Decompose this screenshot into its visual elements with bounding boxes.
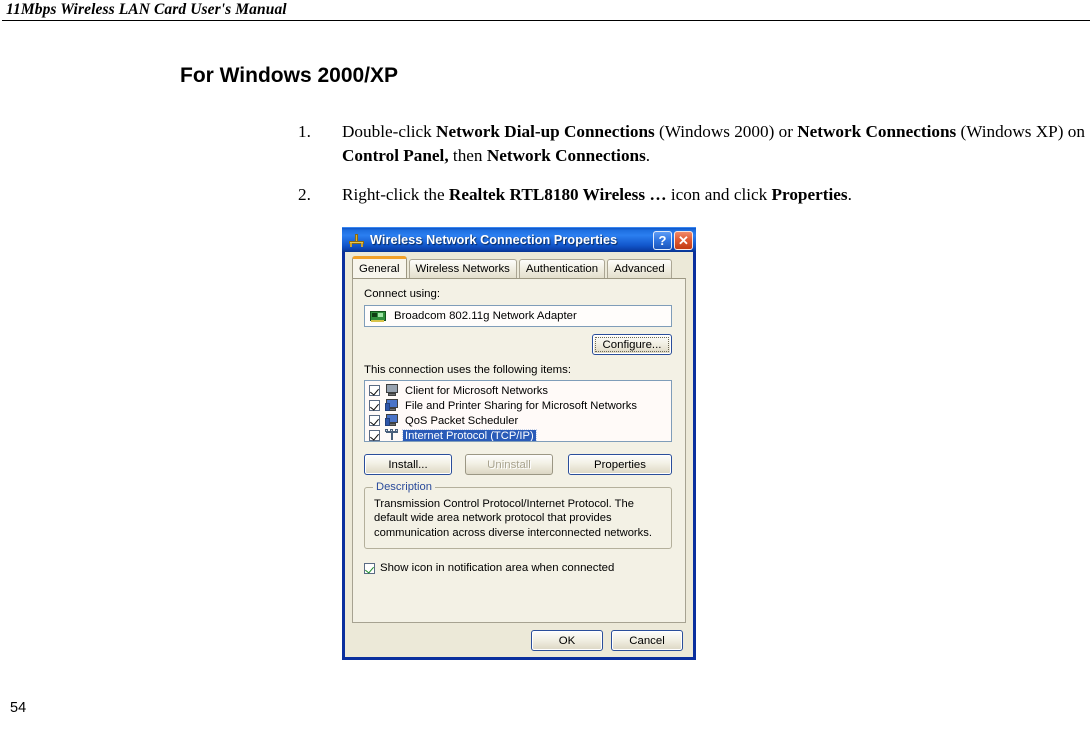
list-item[interactable]: File and Printer Sharing for Microsoft N… xyxy=(365,398,671,413)
cancel-button[interactable]: Cancel xyxy=(611,630,683,651)
network-card-icon xyxy=(370,309,386,323)
connection-items-label: This connection uses the following items… xyxy=(364,364,572,376)
tab-authentication[interactable]: Authentication xyxy=(518,259,606,278)
page-number: 54 xyxy=(10,700,27,716)
list-item[interactable]: QoS Packet Scheduler xyxy=(365,413,671,428)
install-button-label: Install... xyxy=(388,458,428,471)
uninstall-button-label: Uninstall xyxy=(487,458,531,471)
list-item-label: Internet Protocol (TCP/IP) xyxy=(402,428,537,442)
checkbox-checked-icon[interactable] xyxy=(369,430,380,441)
network-connection-icon xyxy=(348,232,365,248)
dialog-tabstrip: General Wireless Networks Authentication… xyxy=(352,256,693,278)
ok-button[interactable]: OK xyxy=(531,630,603,651)
connection-items-list[interactable]: Client for Microsoft Networks File and P… xyxy=(364,380,672,442)
checkbox-checked-icon[interactable] xyxy=(369,385,380,396)
general-tab-panel: Connect using: Broadcom 802.11g Network … xyxy=(352,278,686,623)
ok-button-label: OK xyxy=(558,634,576,647)
properties-button[interactable]: Properties xyxy=(568,454,672,475)
page-running-header: 11Mbps Wireless LAN Card User's Manual xyxy=(0,0,1092,22)
checkbox-checked-icon[interactable] xyxy=(364,562,375,574)
dialog-titlebar[interactable]: Wireless Network Connection Properties ?… xyxy=(342,227,696,252)
protocol-icon xyxy=(385,429,399,441)
cancel-button-label: Cancel xyxy=(629,634,665,647)
step-number: 1. xyxy=(298,122,311,141)
page-title: For Windows 2000/XP xyxy=(180,64,399,87)
file-print-sharing-icon xyxy=(385,399,399,412)
step-item-2: 2. Right-click the Realtek RTL8180 Wirel… xyxy=(298,183,998,207)
tab-advanced[interactable]: Advanced xyxy=(607,259,672,278)
adapter-field: Broadcom 802.11g Network Adapter xyxy=(364,305,672,327)
step-item-1: 1. Double-click Network Dial-up Connecti… xyxy=(298,120,1088,167)
step-number: 2. xyxy=(298,185,311,204)
configure-button-label: Configure... xyxy=(594,337,670,352)
dialog-footer: OK Cancel xyxy=(345,630,693,651)
description-groupbox: Description Transmission Control Protoco… xyxy=(364,481,672,549)
header-divider xyxy=(2,20,1090,21)
show-icon-checkbox-label: Show icon in notification area when conn… xyxy=(380,562,615,574)
running-header-text: 11Mbps Wireless LAN Card User's Manual xyxy=(6,1,287,18)
list-item-label: QoS Packet Scheduler xyxy=(405,414,519,427)
step-text: Double-click Network Dial-up Connections… xyxy=(342,122,1085,165)
description-legend: Description xyxy=(373,481,435,493)
list-item-label: Client for Microsoft Networks xyxy=(405,384,548,397)
adapter-name: Broadcom 802.11g Network Adapter xyxy=(394,310,577,322)
tab-general[interactable]: General xyxy=(352,256,407,278)
checkbox-checked-icon[interactable] xyxy=(369,400,380,411)
install-button[interactable]: Install... xyxy=(364,454,452,475)
configure-button[interactable]: Configure... xyxy=(592,334,672,355)
list-item-selected[interactable]: Internet Protocol (TCP/IP) xyxy=(365,428,671,442)
titlebar-buttons: ? ✕ xyxy=(651,230,693,250)
computer-icon xyxy=(385,384,399,397)
properties-button-label: Properties xyxy=(594,458,646,471)
list-item[interactable]: Client for Microsoft Networks xyxy=(365,383,671,398)
uninstall-button: Uninstall xyxy=(465,454,553,475)
show-icon-checkbox[interactable]: Show icon in notification area when conn… xyxy=(364,562,614,574)
close-icon[interactable]: ✕ xyxy=(674,230,693,250)
list-item-label: File and Printer Sharing for Microsoft N… xyxy=(405,399,637,412)
wireless-network-connection-properties-dialog: Wireless Network Connection Properties ?… xyxy=(342,227,696,660)
connect-using-label: Connect using: xyxy=(364,288,440,300)
help-button[interactable]: ? xyxy=(653,230,672,250)
checkbox-checked-icon[interactable] xyxy=(369,415,380,426)
dialog-title: Wireless Network Connection Properties xyxy=(370,233,618,247)
tab-wireless-networks[interactable]: Wireless Networks xyxy=(408,259,517,278)
step-text: Right-click the Realtek RTL8180 Wireless… xyxy=(342,185,852,204)
qos-scheduler-icon xyxy=(385,414,399,427)
description-text: Transmission Control Protocol/Internet P… xyxy=(374,498,652,539)
